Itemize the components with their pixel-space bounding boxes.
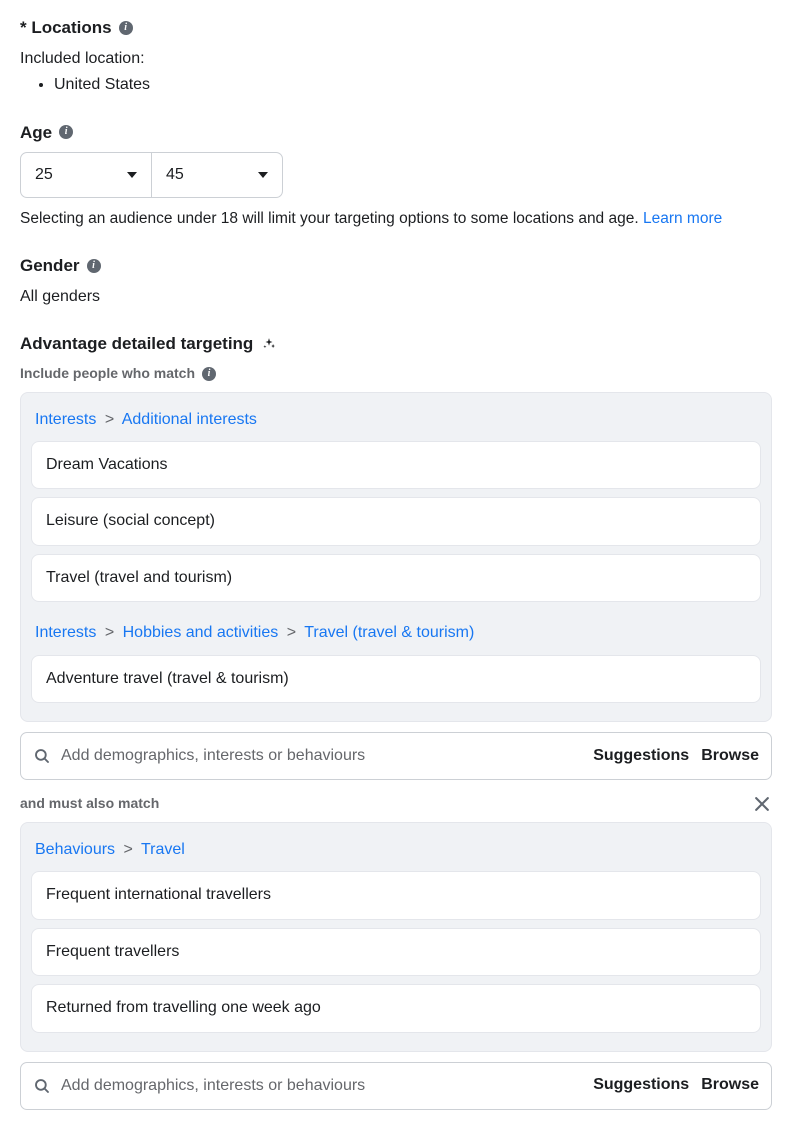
age-helper-prefix: Selecting an audience under 18 will limi…	[20, 210, 643, 227]
also-targeting-box: Behaviours > Travel Frequent internation…	[20, 822, 772, 1052]
breadcrumb-sep: >	[105, 411, 114, 428]
gender-value: All genders	[20, 286, 772, 308]
age-max-select[interactable]: 45	[151, 152, 283, 198]
breadcrumb-item[interactable]: Behaviours	[35, 841, 115, 858]
search-icon	[33, 747, 51, 765]
age-range-selector: 25 45	[20, 152, 772, 198]
locations-label: * Locations	[20, 16, 112, 40]
suggestions-button[interactable]: Suggestions	[593, 745, 689, 767]
learn-more-link[interactable]: Learn more	[643, 210, 722, 227]
targeting-chip[interactable]: Frequent international travellers	[31, 871, 761, 919]
info-icon[interactable]: i	[119, 21, 133, 35]
breadcrumb-item[interactable]: Additional interests	[122, 411, 257, 428]
breadcrumb: Behaviours > Travel	[31, 833, 761, 871]
detailed-targeting-header: Advantage detailed targeting	[20, 332, 772, 356]
breadcrumb-item[interactable]: Travel (travel & tourism)	[304, 624, 474, 641]
age-header: Age i	[20, 121, 772, 145]
breadcrumb-sep: >	[105, 624, 114, 641]
included-location-label: Included location:	[20, 48, 772, 70]
close-icon[interactable]	[752, 794, 772, 814]
breadcrumb-item[interactable]: Hobbies and activities	[123, 624, 279, 641]
targeting-chip[interactable]: Frequent travellers	[31, 928, 761, 976]
include-match-label: Include people who match i	[20, 364, 772, 384]
also-search-row[interactable]: Suggestions Browse	[20, 1062, 772, 1110]
sparkle-icon	[262, 337, 276, 351]
breadcrumb: Interests > Additional interests	[31, 403, 761, 441]
age-min-select[interactable]: 25	[20, 152, 152, 198]
search-icon	[33, 1077, 51, 1095]
targeting-chip[interactable]: Dream Vacations	[31, 441, 761, 489]
gender-label: Gender	[20, 254, 80, 278]
targeting-chip[interactable]: Travel (travel and tourism)	[31, 554, 761, 602]
age-max-value: 45	[166, 164, 184, 186]
chevron-down-icon	[127, 172, 137, 178]
age-label: Age	[20, 121, 52, 145]
age-helper-text: Selecting an audience under 18 will limi…	[20, 208, 772, 230]
targeting-chip[interactable]: Returned from travelling one week ago	[31, 984, 761, 1032]
info-icon[interactable]: i	[59, 125, 73, 139]
info-icon[interactable]: i	[202, 367, 216, 381]
include-match-text: Include people who match	[20, 364, 195, 384]
targeting-chip[interactable]: Leisure (social concept)	[31, 497, 761, 545]
breadcrumb-item[interactable]: Travel	[141, 841, 185, 858]
info-icon[interactable]: i	[87, 259, 101, 273]
targeting-chip[interactable]: Adventure travel (travel & tourism)	[31, 655, 761, 703]
locations-list: United States	[20, 74, 772, 96]
suggestions-button[interactable]: Suggestions	[593, 1074, 689, 1096]
also-match-label: and must also match	[20, 794, 159, 814]
chevron-down-icon	[258, 172, 268, 178]
browse-button[interactable]: Browse	[701, 1074, 759, 1096]
list-item: United States	[54, 74, 772, 96]
age-min-value: 25	[35, 164, 53, 186]
detailed-targeting-label: Advantage detailed targeting	[20, 332, 253, 356]
search-actions: Suggestions Browse	[593, 745, 759, 767]
locations-header: * Locations i	[20, 16, 772, 40]
also-search-input[interactable]	[61, 1077, 583, 1095]
breadcrumb-item[interactable]: Interests	[35, 411, 96, 428]
gender-header: Gender i	[20, 254, 772, 278]
search-actions: Suggestions Browse	[593, 1074, 759, 1096]
breadcrumb-sep: >	[124, 841, 133, 858]
browse-button[interactable]: Browse	[701, 745, 759, 767]
include-targeting-box: Interests > Additional interests Dream V…	[20, 392, 772, 722]
include-search-input[interactable]	[61, 747, 583, 765]
also-match-row: and must also match	[20, 794, 772, 814]
breadcrumb-sep: >	[287, 624, 296, 641]
include-search-row[interactable]: Suggestions Browse	[20, 732, 772, 780]
breadcrumb: Interests > Hobbies and activities > Tra…	[31, 610, 761, 654]
breadcrumb-item[interactable]: Interests	[35, 624, 96, 641]
